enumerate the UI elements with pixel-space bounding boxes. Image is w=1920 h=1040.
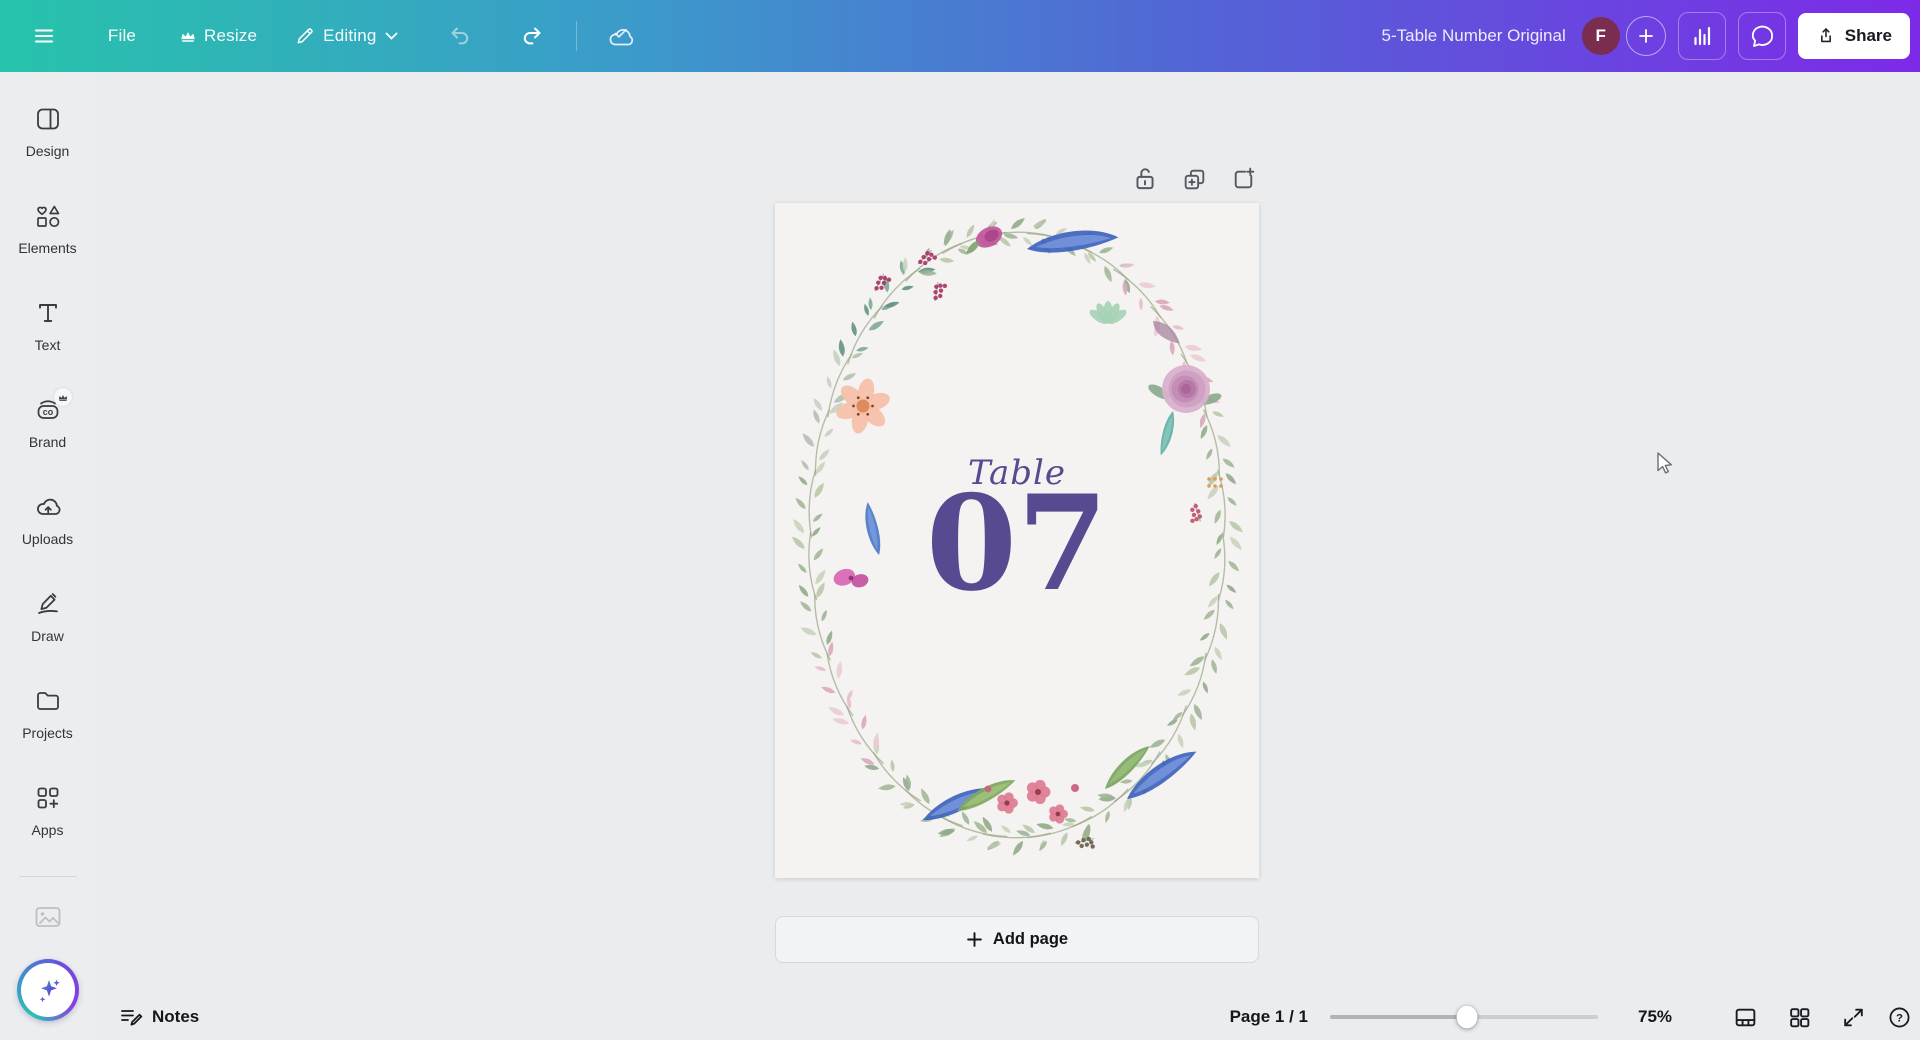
comments-button[interactable] xyxy=(1738,12,1786,60)
sidebar-item-elements[interactable]: Elements xyxy=(0,193,95,290)
sidebar-item-text[interactable]: Text xyxy=(0,290,95,387)
save-status-button[interactable] xyxy=(589,13,653,59)
design-page[interactable]: Table 07 xyxy=(775,203,1259,878)
main-menu-button[interactable] xyxy=(12,13,76,59)
sidebar-label: Draw xyxy=(31,628,64,644)
notes-label: Notes xyxy=(152,1007,199,1027)
zoom-slider[interactable] xyxy=(1330,1006,1598,1028)
status-bar: Notes Page 1 / 1 75% xyxy=(95,994,1920,1040)
duplicate-page-button[interactable] xyxy=(1179,163,1209,195)
zoom-level-label[interactable]: 75% xyxy=(1638,1007,1676,1027)
resize-button[interactable]: Resize xyxy=(170,13,267,59)
folder-icon xyxy=(34,687,62,715)
sidebar-item-apps[interactable]: Apps xyxy=(0,775,95,872)
sidebar-label: Uploads xyxy=(22,531,73,547)
unlock-page-button[interactable] xyxy=(1130,163,1160,195)
hamburger-icon xyxy=(32,24,56,48)
insights-button[interactable] xyxy=(1678,12,1726,60)
editing-mode-button[interactable]: Editing xyxy=(285,13,407,59)
undo-icon xyxy=(448,24,472,48)
duplicate-plus-icon xyxy=(1181,166,1208,193)
editing-mode-label: Editing xyxy=(323,26,376,46)
sidebar-label: Apps xyxy=(32,822,64,838)
share-button[interactable]: Share xyxy=(1798,13,1910,59)
upload-cloud-icon xyxy=(34,493,62,521)
chevron-down-icon xyxy=(385,32,398,41)
resize-label: Resize xyxy=(204,26,257,46)
notes-icon xyxy=(119,1005,143,1029)
draw-pen-icon xyxy=(34,590,62,618)
apps-grid-icon xyxy=(34,784,62,812)
page-indicator: Page 1 / 1 xyxy=(1230,1007,1308,1027)
share-upload-icon xyxy=(1816,26,1836,46)
toolbar-divider xyxy=(576,21,577,51)
crown-icon xyxy=(180,29,196,43)
redo-button[interactable] xyxy=(500,13,564,59)
page-controls xyxy=(1115,163,1258,195)
toolbar-left: File Resize Editing xyxy=(0,13,653,59)
document-title[interactable]: 5-Table Number Original xyxy=(1382,26,1566,46)
design-icon xyxy=(34,105,62,133)
top-toolbar: File Resize Editing xyxy=(0,0,1920,72)
zoom-slider-fill xyxy=(1330,1015,1467,1019)
elements-icon xyxy=(34,202,62,230)
pages-view-icon xyxy=(1733,1005,1758,1030)
file-menu-label: File xyxy=(108,26,136,46)
sidebar-item-draw[interactable]: Draw xyxy=(0,581,95,678)
canva-assistant-button[interactable] xyxy=(17,959,79,1021)
plus-icon xyxy=(966,931,983,948)
mouse-cursor xyxy=(1652,450,1678,478)
zoom-slider-thumb[interactable] xyxy=(1456,1006,1477,1029)
sidebar-label: Brand xyxy=(29,434,66,450)
media-placeholder-button[interactable] xyxy=(33,903,63,931)
sidebar-divider xyxy=(19,876,77,877)
share-label: Share xyxy=(1845,26,1892,46)
crown-badge-icon xyxy=(54,388,72,406)
sparkle-icon xyxy=(21,963,75,1017)
sidebar-item-brand[interactable]: co Brand xyxy=(0,387,95,484)
pages-view-button[interactable] xyxy=(1732,1004,1758,1030)
canva-editor: File Resize Editing xyxy=(0,0,1920,1040)
svg-text:co: co xyxy=(42,407,53,417)
comment-bubble-icon xyxy=(1749,23,1775,49)
brand-icon: co xyxy=(34,396,62,424)
plus-icon xyxy=(1638,28,1654,44)
add-page-icon xyxy=(1230,166,1257,193)
notes-button[interactable]: Notes xyxy=(119,1005,199,1029)
grid-view-icon xyxy=(1787,1005,1812,1030)
unlock-icon xyxy=(1132,165,1158,193)
grid-view-button[interactable] xyxy=(1786,1004,1812,1030)
fullscreen-button[interactable] xyxy=(1840,1004,1866,1030)
text-icon xyxy=(34,299,62,327)
help-button[interactable]: ? xyxy=(1886,1004,1912,1030)
sidebar-label: Projects xyxy=(22,725,73,741)
add-page-icon-button[interactable] xyxy=(1228,163,1258,195)
pencil-icon xyxy=(295,26,315,46)
add-page-label: Add page xyxy=(993,930,1068,949)
bar-chart-icon xyxy=(1689,23,1715,49)
svg-text:?: ? xyxy=(1896,1012,1903,1024)
expand-arrows-icon xyxy=(1841,1005,1866,1030)
help-icon: ? xyxy=(1887,1005,1912,1030)
sidebar-item-uploads[interactable]: Uploads xyxy=(0,484,95,581)
invite-members-button[interactable] xyxy=(1626,16,1666,56)
sidebar: Design Elements Text xyxy=(0,72,95,1040)
sidebar-item-projects[interactable]: Projects xyxy=(0,678,95,775)
sidebar-label: Design xyxy=(26,143,70,159)
toolbar-right: 5-Table Number Original F xyxy=(1382,12,1920,60)
sidebar-item-design[interactable]: Design xyxy=(0,96,95,193)
user-avatar[interactable]: F xyxy=(1582,17,1620,55)
cloud-saved-icon xyxy=(606,23,636,49)
sidebar-label: Elements xyxy=(18,240,76,256)
sidebar-label: Text xyxy=(35,337,61,353)
add-page-button[interactable]: Add page xyxy=(775,916,1259,963)
undo-button[interactable] xyxy=(428,13,492,59)
file-menu-button[interactable]: File xyxy=(90,13,154,59)
image-icon xyxy=(33,903,63,931)
redo-icon xyxy=(520,24,544,48)
table-number-text[interactable]: 07 xyxy=(775,475,1259,611)
